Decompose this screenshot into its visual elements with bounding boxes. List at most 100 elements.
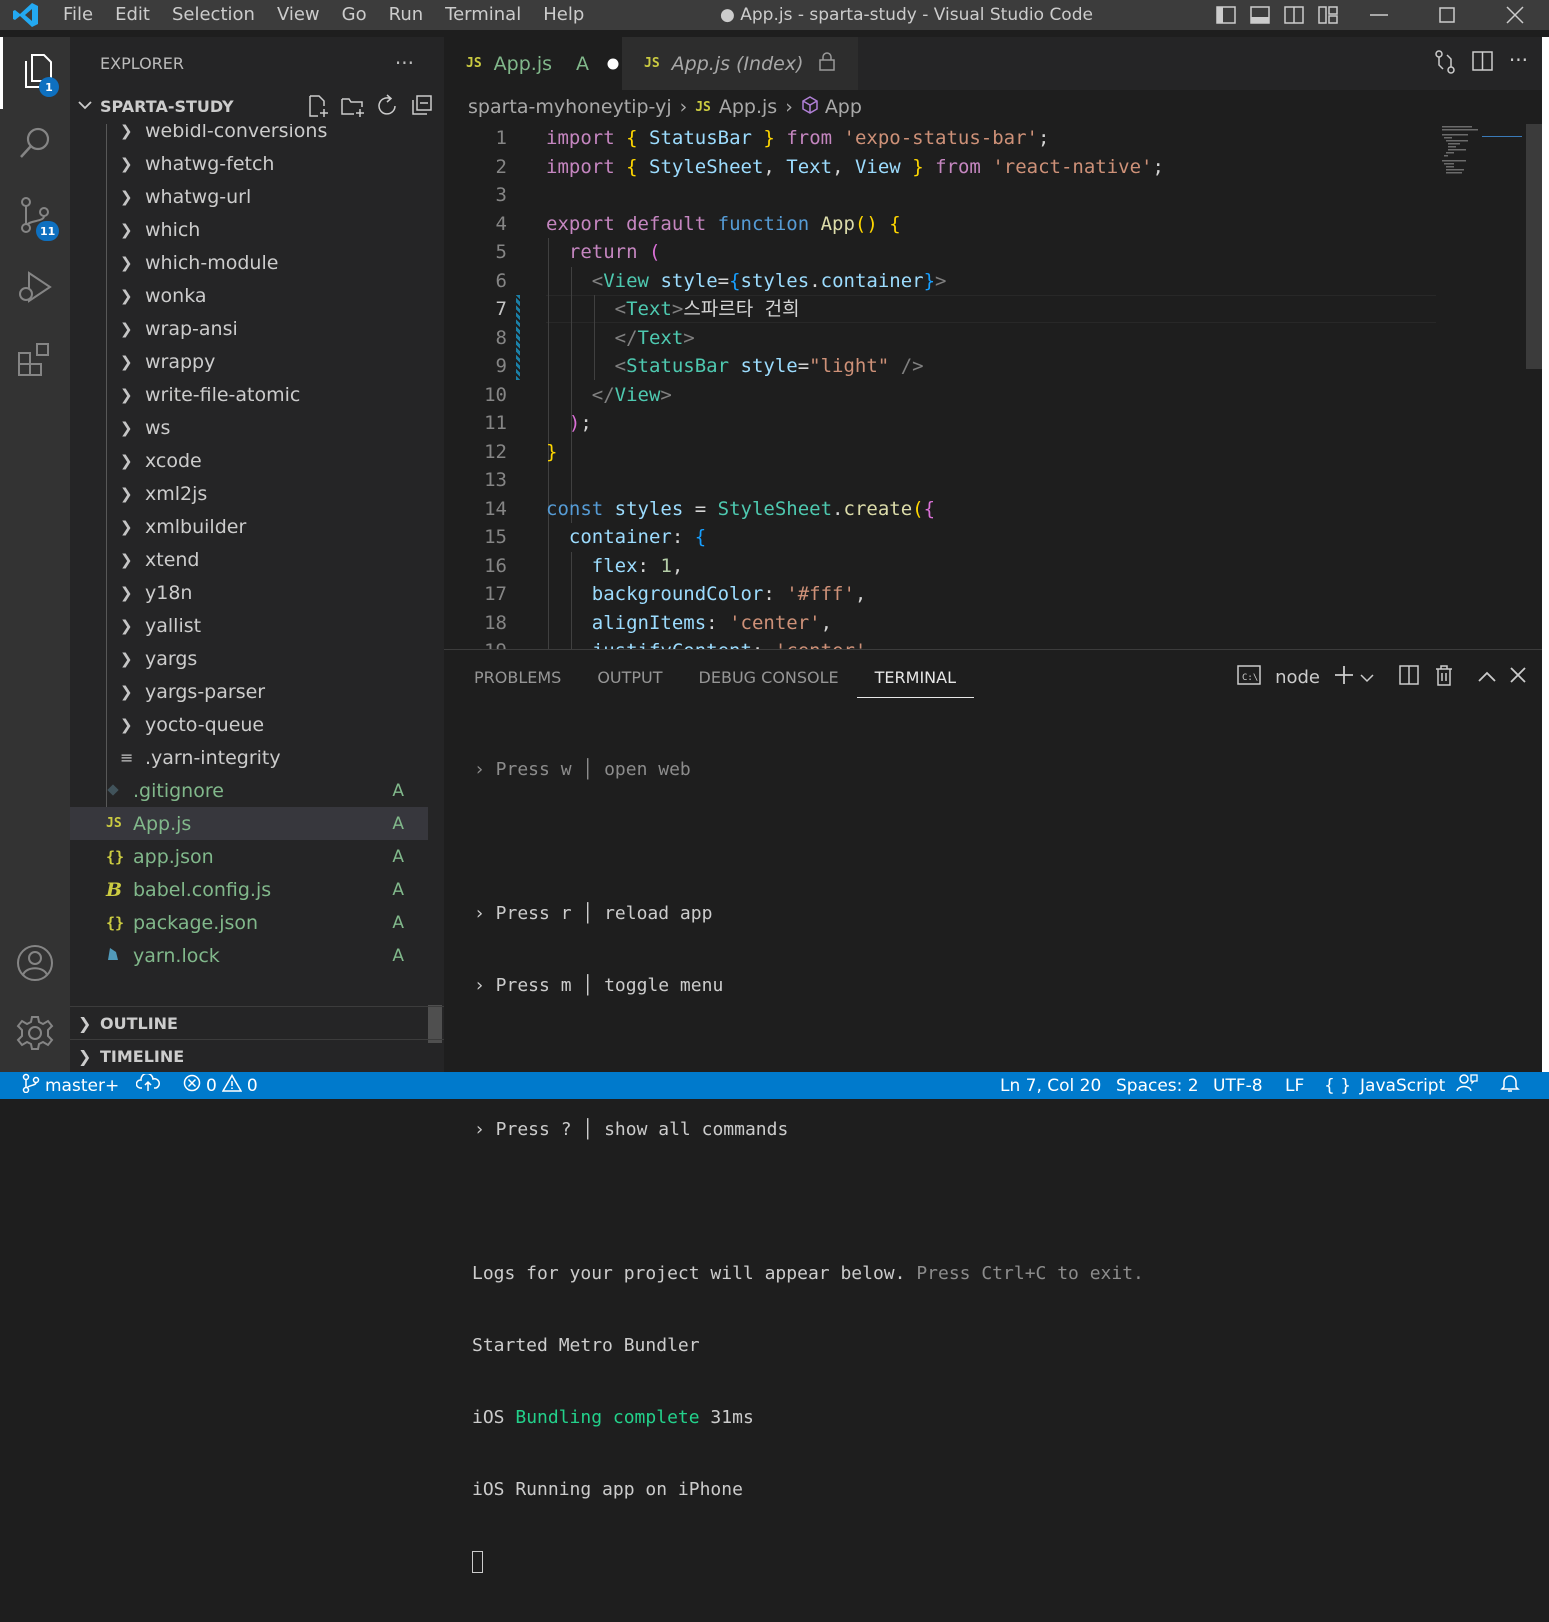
editor-scrollbar[interactable] xyxy=(1524,124,1542,649)
manage-activity[interactable] xyxy=(0,999,70,1071)
toggle-sidebar-icon[interactable] xyxy=(1209,0,1243,30)
tree-file-gitignore[interactable]: .gitignore A xyxy=(70,774,428,807)
minimap[interactable] xyxy=(1442,124,1522,184)
sync-status[interactable] xyxy=(135,1072,160,1097)
menu-view[interactable]: View xyxy=(266,0,331,30)
trash-icon[interactable] xyxy=(1434,664,1454,691)
menu-go[interactable]: Go xyxy=(331,0,378,30)
tab-appjs[interactable]: JS App.js A xyxy=(444,37,622,90)
breadcrumb-file[interactable]: App.js xyxy=(719,96,777,118)
git-status: A xyxy=(392,945,404,966)
tree-folder[interactable]: ❯ whatwg-url xyxy=(70,180,428,213)
terminal-output[interactable]: › Press w │ open web › Press r │ reload … xyxy=(472,710,1144,1622)
language-name: JavaScript xyxy=(1360,1075,1446,1096)
split-editor-icon[interactable] xyxy=(1471,49,1495,79)
tree-file-yarnlock[interactable]: yarn.lock A xyxy=(70,939,428,972)
menu-edit[interactable]: Edit xyxy=(104,0,161,30)
minimize-icon[interactable] xyxy=(1345,0,1413,30)
new-terminal-icon[interactable] xyxy=(1334,665,1354,690)
chevron-down-icon[interactable] xyxy=(1360,667,1374,688)
tree-folder[interactable]: ❯ wrap-ansi xyxy=(70,312,428,345)
chevron-right-icon: ❯ xyxy=(120,385,133,404)
tree-file-appjson[interactable]: {} app.json A xyxy=(70,840,428,873)
explorer-more-button[interactable]: ··· xyxy=(395,51,414,75)
tree-folder[interactable]: ❯ write-file-atomic xyxy=(70,378,428,411)
refresh-icon[interactable] xyxy=(376,94,400,122)
editor-tabs: JS App.js A JS App.js (Index) ··· xyxy=(444,37,1542,90)
terminal-shell-name[interactable]: node xyxy=(1275,667,1320,688)
maximize-icon[interactable] xyxy=(1413,0,1481,30)
collapse-all-icon[interactable] xyxy=(410,94,434,122)
code-editor[interactable]: 1 2 3 4 5 6 7 8 9 10 11 12 13 14 15 16 1… xyxy=(444,124,1542,649)
folder-label: yargs xyxy=(145,647,198,670)
accounts-activity[interactable] xyxy=(0,929,70,1001)
eol-status[interactable]: LF xyxy=(1285,1076,1304,1096)
run-debug-activity[interactable] xyxy=(0,253,70,325)
tab-debug-console[interactable]: DEBUG CONSOLE xyxy=(681,650,857,704)
tree-folder[interactable]: ❯ y18n xyxy=(70,576,428,609)
tree-file-package[interactable]: {} package.json A xyxy=(70,906,428,939)
text-file-icon: ≡ xyxy=(120,748,134,767)
tree-folder[interactable]: ❯ yargs xyxy=(70,642,428,675)
new-file-icon[interactable] xyxy=(306,94,330,122)
git-status: A xyxy=(392,780,404,801)
toggle-panel-icon[interactable] xyxy=(1243,0,1277,30)
language-status[interactable]: { } JavaScript xyxy=(1324,1076,1445,1096)
tree-folder[interactable]: ❯ yallist xyxy=(70,609,428,642)
more-actions-icon[interactable]: ··· xyxy=(1509,49,1528,79)
breadcrumb-symbol[interactable]: App xyxy=(825,96,862,118)
tree-folder[interactable]: ❯ xmlbuilder xyxy=(70,510,428,543)
feedback-status[interactable] xyxy=(1456,1073,1478,1098)
tree-folder[interactable]: ❯ whatwg-fetch xyxy=(70,147,428,180)
tree-folder[interactable]: ❯ xml2js xyxy=(70,477,428,510)
new-folder-icon[interactable] xyxy=(340,94,366,122)
modified-dot-icon[interactable] xyxy=(607,53,619,75)
cursor-position[interactable]: Ln 7, Col 20 xyxy=(1000,1076,1101,1096)
menu-selection[interactable]: Selection xyxy=(161,0,266,30)
explorer-activity[interactable]: 1 xyxy=(0,37,70,109)
close-window-icon[interactable] xyxy=(1481,0,1549,30)
search-activity[interactable] xyxy=(0,109,70,181)
tab-terminal[interactable]: TERMINAL xyxy=(856,650,975,698)
close-panel-icon[interactable] xyxy=(1510,667,1526,688)
tree-folder[interactable]: ❯ webidl-conversions xyxy=(70,124,428,147)
tree-file[interactable]: ≡ .yarn-integrity xyxy=(70,741,428,774)
explorer-badge: 1 xyxy=(39,77,59,97)
timeline-section[interactable]: ❯ TIMELINE xyxy=(70,1039,444,1072)
encoding-status[interactable]: UTF-8 xyxy=(1213,1076,1263,1096)
menu-help[interactable]: Help xyxy=(532,0,595,30)
chevron-right-icon: ❯ xyxy=(120,124,133,140)
tree-folder[interactable]: ❯ yocto-queue xyxy=(70,708,428,741)
branch-status[interactable]: master+ xyxy=(22,1073,119,1098)
toggle-secondary-sidebar-icon[interactable] xyxy=(1277,0,1311,30)
editor-scrollbar-thumb[interactable] xyxy=(1526,124,1542,369)
indentation-status[interactable]: Spaces: 2 xyxy=(1116,1076,1199,1096)
problems-status[interactable]: 0 0 xyxy=(183,1074,258,1097)
menu-run[interactable]: Run xyxy=(378,0,435,30)
tree-folder[interactable]: ❯ which-module xyxy=(70,246,428,279)
tree-file-appjs[interactable]: JS App.js A xyxy=(70,807,428,840)
split-terminal-icon[interactable] xyxy=(1398,664,1420,691)
source-control-activity[interactable]: 11 xyxy=(0,181,70,253)
tab-output[interactable]: OUTPUT xyxy=(579,650,680,704)
tree-file-babel[interactable]: Bbabel.config.js A xyxy=(70,873,428,906)
extensions-activity[interactable] xyxy=(0,325,70,397)
notifications-status[interactable] xyxy=(1500,1073,1520,1098)
workspace-section-header[interactable]: SPARTA-STUDY xyxy=(70,89,444,123)
tree-folder[interactable]: ❯ wrappy xyxy=(70,345,428,378)
tree-folder[interactable]: ❯ xtend xyxy=(70,543,428,576)
menu-terminal[interactable]: Terminal xyxy=(434,0,532,30)
tree-folder[interactable]: ❯ wonka xyxy=(70,279,428,312)
menu-file[interactable]: File xyxy=(52,0,104,30)
breadcrumb-folder[interactable]: sparta-myhoneytip-yj xyxy=(468,96,672,118)
outline-section[interactable]: ❯ OUTLINE xyxy=(70,1006,444,1039)
tree-folder[interactable]: ❯ which xyxy=(70,213,428,246)
customize-layout-icon[interactable] xyxy=(1311,0,1345,30)
tab-problems[interactable]: PROBLEMS xyxy=(456,650,579,704)
tree-folder[interactable]: ❯ ws xyxy=(70,411,428,444)
maximize-panel-icon[interactable] xyxy=(1478,667,1496,688)
open-changes-icon[interactable] xyxy=(1433,49,1457,79)
tree-folder[interactable]: ❯ xcode xyxy=(70,444,428,477)
tab-appjs-index[interactable]: JS App.js (Index) xyxy=(622,37,858,90)
tree-folder[interactable]: ❯ yargs-parser xyxy=(70,675,428,708)
